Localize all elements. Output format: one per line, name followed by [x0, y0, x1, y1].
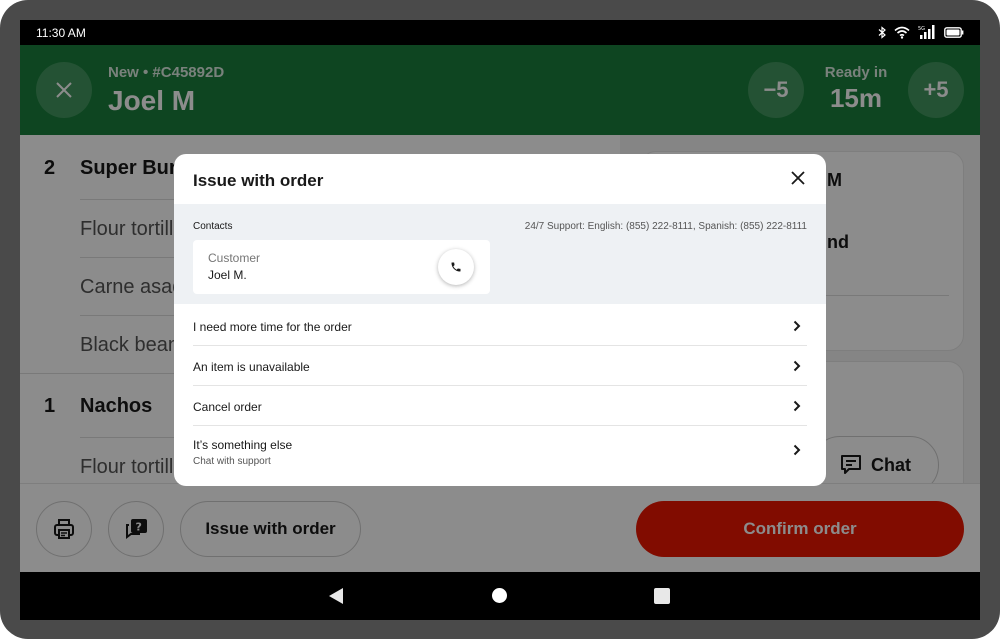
- home-icon[interactable]: [492, 588, 507, 603]
- svg-text:5G: 5G: [918, 26, 925, 32]
- contacts-label: Contacts: [193, 221, 233, 232]
- support-phone-numbers: 24/7 Support: English: (855) 222-8111, S…: [524, 221, 807, 232]
- call-customer-button[interactable]: [438, 249, 474, 285]
- dialog-close-button[interactable]: [788, 168, 808, 188]
- chevron-right-icon: [793, 320, 801, 332]
- option-label: It’s something else: [193, 438, 293, 452]
- device-screen: 11:30 AM 5G New • #C45892D Joel M −5 Rea…: [20, 20, 980, 620]
- bluetooth-icon: [878, 25, 886, 42]
- battery-icon: [944, 26, 964, 41]
- customer-contact-card: Customer Joel M.: [193, 240, 490, 294]
- chevron-right-icon: [793, 444, 801, 456]
- chevron-right-icon: [793, 360, 801, 372]
- wifi-icon: [894, 26, 910, 42]
- contacts-section: Contacts 24/7 Support: English: (855) 22…: [174, 204, 826, 304]
- close-icon: [791, 171, 805, 185]
- contact-role: Customer: [208, 251, 261, 265]
- phone-icon: [451, 262, 461, 272]
- status-time: 11:30 AM: [36, 26, 86, 40]
- android-nav-bar: [20, 572, 980, 620]
- option-something-else[interactable]: It’s something else Chat with support: [193, 426, 807, 472]
- contact-name: Joel M.: [208, 268, 247, 282]
- option-sublabel: Chat with support: [193, 456, 271, 467]
- option-item-unavailable[interactable]: An item is unavailable: [193, 346, 807, 386]
- dialog-title: Issue with order: [193, 171, 324, 190]
- status-bar: 11:30 AM 5G: [20, 20, 980, 45]
- status-icons: 5G: [878, 25, 964, 42]
- issue-with-order-dialog: Issue with order Contacts 24/7 Support: …: [174, 154, 826, 486]
- option-label: An item is unavailable: [193, 360, 310, 374]
- back-icon[interactable]: [329, 588, 343, 604]
- option-more-time[interactable]: I need more time for the order: [193, 306, 807, 346]
- signal-5g-icon: 5G: [918, 25, 936, 42]
- option-cancel-order[interactable]: Cancel order: [193, 386, 807, 426]
- option-label: I need more time for the order: [193, 320, 352, 334]
- recent-apps-icon[interactable]: [654, 588, 670, 604]
- chevron-right-icon: [793, 400, 801, 412]
- option-label: Cancel order: [193, 400, 262, 414]
